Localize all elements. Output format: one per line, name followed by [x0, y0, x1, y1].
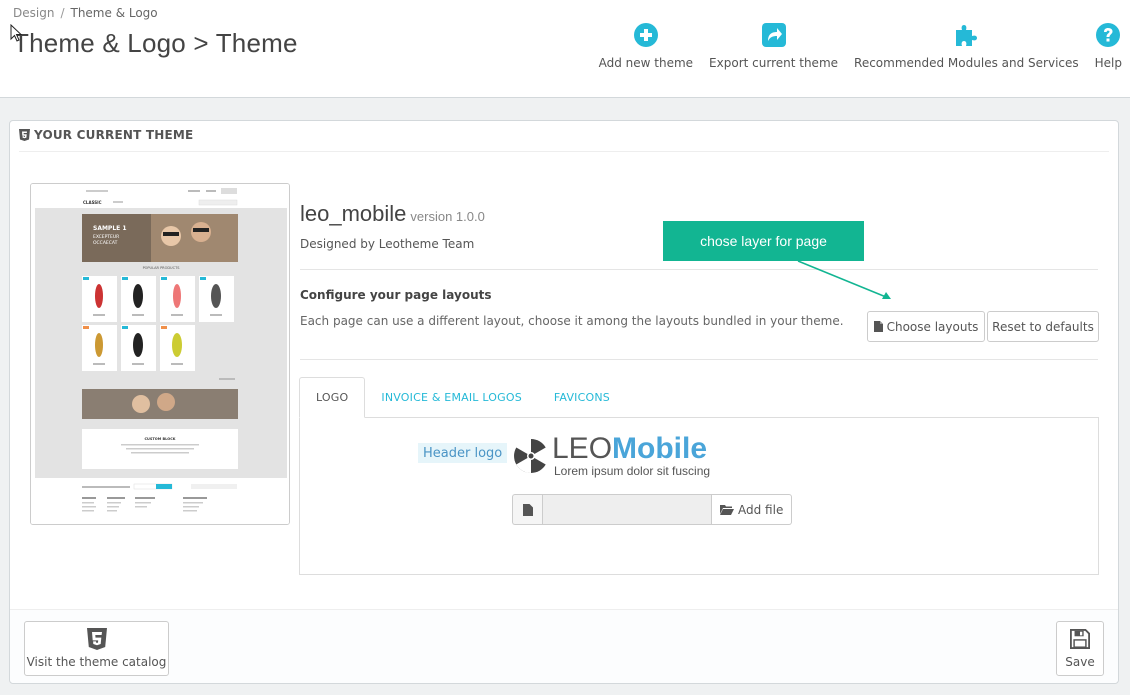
add-file-label: Add file	[738, 502, 784, 517]
divider	[19, 151, 1109, 152]
panel-heading-text: YOUR CURRENT THEME	[34, 128, 194, 142]
page-header: Design / Theme & Logo Theme & Logo > Theme…	[0, 0, 1130, 98]
html5-icon	[86, 628, 107, 650]
breadcrumb-current: Theme & Logo	[70, 6, 158, 20]
export-theme-label: Export current theme	[709, 56, 839, 70]
theme-preview-thumbnail: CLASSIC SAMPLE 1 EXCEPTEUR OCCAECAT POPU…	[30, 183, 290, 525]
logo-text-leo: LEO	[552, 432, 613, 465]
logo-tagline: Lorem ipsum dolor sit fuscing	[554, 464, 711, 478]
divider	[300, 359, 1098, 360]
panel-heading: YOUR CURRENT THEME	[19, 128, 193, 142]
save-label: Save	[1065, 655, 1095, 669]
logo-tabs: LOGO INVOICE & EMAIL LOGOS FAVICONS	[299, 377, 626, 418]
plus-circle-icon	[633, 23, 658, 47]
recommended-modules-label: Recommended Modules and Services	[854, 56, 1079, 70]
configure-layouts-title: Configure your page layouts	[300, 288, 492, 302]
mouse-cursor-icon	[10, 24, 22, 42]
help-button[interactable]: Help	[1087, 22, 1130, 70]
annotation-callout: chose layer for page	[663, 221, 864, 261]
theme-version: version 1.0.0	[410, 209, 485, 224]
folder-open-icon	[720, 505, 734, 515]
help-label: Help	[1094, 56, 1122, 70]
export-theme-button[interactable]: Export current theme	[701, 22, 846, 70]
header-logo-label: Header logo	[418, 443, 508, 463]
recommended-modules-button[interactable]: Recommended Modules and Services	[846, 22, 1087, 70]
theme-preview-image: CLASSIC SAMPLE 1 EXCEPTEUR OCCAECAT POPU…	[31, 184, 289, 524]
theme-name: leo_mobile version 1.0.0	[300, 201, 485, 227]
toolbar: Add new theme Export current theme Recom…	[591, 22, 1130, 70]
preview-brand: CLASSIC	[83, 200, 102, 205]
file-addon	[512, 494, 542, 525]
theme-designer: Designed by Leotheme Team	[300, 237, 475, 251]
theme-name-text: leo_mobile	[300, 201, 407, 226]
logo-upload-group: Add file	[512, 494, 793, 525]
add-new-theme-label: Add new theme	[598, 56, 694, 70]
puzzle-icon	[956, 25, 978, 46]
divider	[300, 269, 1098, 270]
preview-slide-line: EXCEPTEUR	[93, 234, 119, 240]
reset-to-defaults-button[interactable]: Reset to defaults	[987, 311, 1099, 342]
html5-icon	[19, 129, 30, 141]
preview-slide-line: OCCAECAT	[93, 240, 118, 246]
page-title: Theme & Logo > Theme	[13, 28, 298, 58]
share-icon	[761, 23, 786, 47]
logo-text-mobile: Mobile	[612, 432, 708, 465]
add-new-theme-button[interactable]: Add new theme	[591, 22, 701, 70]
save-button[interactable]: Save	[1056, 621, 1104, 676]
header-logo-image: LEOMobile Lorem ipsum dolor sit fuscing	[512, 433, 772, 479]
logo-wordmark: LEOMobile	[552, 433, 707, 465]
visit-theme-catalog-button[interactable]: Visit the theme catalog	[24, 621, 169, 676]
floppy-disk-icon	[1070, 629, 1090, 649]
tab-favicons[interactable]: FAVICONS	[538, 377, 626, 418]
configure-layouts-description: Each page can use a different layout, ch…	[300, 314, 844, 328]
preview-popular-heading: POPULAR PRODUCTS	[143, 266, 181, 270]
breadcrumb: Design / Theme & Logo	[13, 6, 158, 20]
question-circle-icon	[1096, 23, 1121, 47]
add-file-button[interactable]: Add file	[712, 494, 793, 525]
choose-layouts-label: Choose layouts	[886, 319, 979, 334]
file-icon	[522, 503, 533, 516]
preview-slide-title: SAMPLE 1	[93, 225, 127, 232]
current-theme-panel: YOUR CURRENT THEME CLASSIC SAMPLE 1 EXCE…	[9, 120, 1119, 684]
annotation-arrow	[797, 260, 891, 299]
radiation-logo-icon	[513, 438, 549, 474]
logo-file-input[interactable]	[542, 494, 712, 525]
breadcrumb-design-link[interactable]: Design	[13, 6, 54, 20]
preview-custom-block: CUSTOM BLOCK	[144, 437, 175, 441]
breadcrumb-separator: /	[60, 6, 65, 20]
file-icon	[873, 321, 883, 332]
tab-invoice-email-logos[interactable]: INVOICE & EMAIL LOGOS	[365, 377, 538, 418]
choose-layouts-button[interactable]: Choose layouts	[867, 311, 985, 342]
tab-logo[interactable]: LOGO	[299, 377, 366, 418]
panel-footer: Visit the theme catalog Save	[10, 609, 1118, 683]
visit-theme-catalog-label: Visit the theme catalog	[26, 655, 167, 669]
